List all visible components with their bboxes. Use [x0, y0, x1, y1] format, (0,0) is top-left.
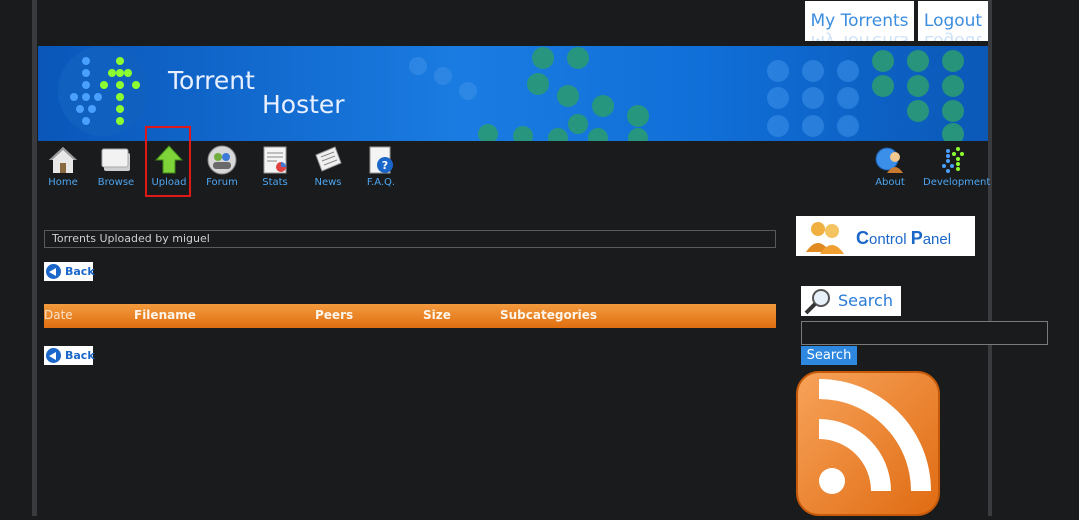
- nav-about[interactable]: About: [866, 145, 914, 191]
- rss-icon: [796, 371, 940, 516]
- page-border-left: [32, 0, 37, 516]
- torrents-table-header: Date Filename Peers Size Subcategories: [44, 304, 776, 328]
- faq-help-icon: ?: [369, 146, 393, 174]
- control-panel-label: Control Panel: [856, 228, 952, 248]
- column-header-date[interactable]: Date: [44, 308, 73, 322]
- page-border-right: [988, 0, 992, 516]
- nav-faq-label: F.A.Q.: [366, 177, 396, 188]
- home-icon: [49, 147, 77, 173]
- magnifier-icon: [804, 289, 830, 315]
- site-title-line1: Torrent: [168, 66, 255, 95]
- nav-development-label: Development: [923, 177, 991, 188]
- control-panel-users-icon: [806, 222, 844, 254]
- development-logo-icon: [942, 147, 964, 173]
- my-torrents-reflection: My Torrents: [810, 31, 909, 41]
- column-header-subcategories[interactable]: Subcategories: [500, 308, 597, 322]
- column-header-peers[interactable]: Peers: [315, 308, 353, 322]
- svg-text:?: ?: [382, 159, 388, 172]
- nav-browse-label: Browse: [97, 177, 135, 188]
- logout-link[interactable]: Logout Logout: [918, 1, 988, 41]
- nav-browse[interactable]: Browse: [92, 145, 140, 191]
- nav-home-label: Home: [48, 177, 78, 188]
- back-arrow-icon: [46, 348, 61, 363]
- back-button-label: Back: [65, 265, 95, 278]
- nav-forum-label: Forum: [206, 177, 238, 188]
- control-panel-link[interactable]: Control Panel: [796, 216, 975, 256]
- back-button-top[interactable]: Back: [44, 262, 95, 281]
- nav-news-label: News: [314, 177, 342, 188]
- newspaper-icon: [315, 146, 342, 172]
- nav-forum[interactable]: Forum: [198, 145, 246, 191]
- search-heading-label: Search: [838, 291, 893, 310]
- nav-home[interactable]: Home: [39, 145, 87, 191]
- nav-stats[interactable]: Stats: [251, 145, 299, 191]
- site-logo: [58, 46, 148, 136]
- page-title: Torrents Uploaded by miguel: [44, 230, 776, 248]
- back-button-bottom[interactable]: Back: [44, 346, 95, 365]
- nav-development[interactable]: Development: [923, 145, 990, 191]
- stats-icon: [263, 146, 287, 174]
- nav-about-label: About: [875, 177, 905, 188]
- nav-faq[interactable]: ? F.A.Q.: [357, 145, 405, 191]
- back-arrow-icon: [46, 264, 61, 279]
- my-torrents-link[interactable]: My Torrents My Torrents: [805, 1, 914, 41]
- browse-icon: [101, 148, 130, 171]
- column-header-filename[interactable]: Filename: [134, 308, 196, 322]
- site-title-line2: Hoster: [262, 90, 345, 119]
- column-header-size[interactable]: Size: [423, 308, 451, 322]
- nav-stats-label: Stats: [262, 177, 288, 188]
- nav-news[interactable]: News: [304, 145, 352, 191]
- forum-icon: [207, 145, 237, 175]
- back-button-label: Back: [65, 349, 95, 362]
- search-heading: Search: [801, 286, 901, 316]
- logout-reflection: Logout: [923, 31, 983, 41]
- upload-highlight-box: [145, 126, 191, 197]
- search-input[interactable]: [801, 321, 1048, 345]
- search-button[interactable]: Search: [801, 346, 857, 365]
- rss-feed-link[interactable]: [796, 371, 940, 516]
- about-user-icon: [875, 147, 903, 173]
